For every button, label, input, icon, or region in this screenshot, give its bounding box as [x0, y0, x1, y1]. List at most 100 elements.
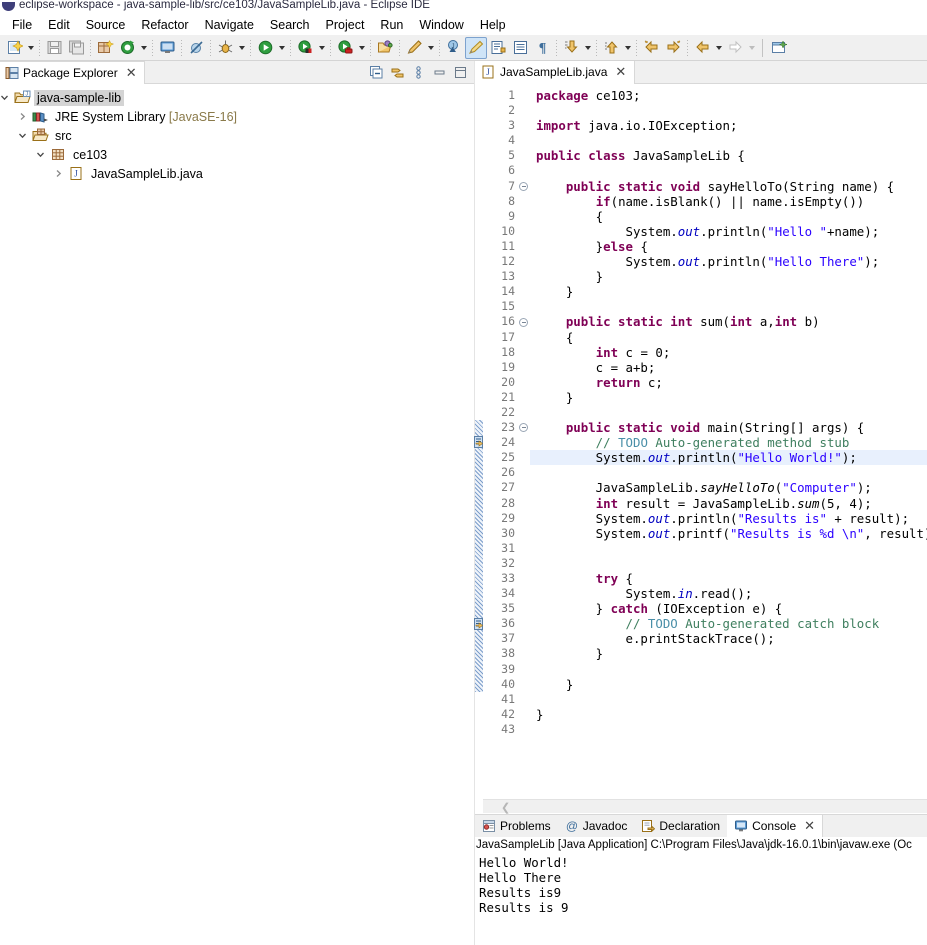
forward-edit-icon[interactable] — [662, 37, 684, 59]
menu-source[interactable]: Source — [78, 15, 134, 35]
tab-package-explorer[interactable]: Package Explorer ✕ — [0, 60, 145, 84]
menu-navigate[interactable]: Navigate — [197, 15, 262, 35]
code-line[interactable] — [530, 541, 927, 556]
view-menu-icon[interactable] — [410, 64, 427, 81]
code-line[interactable]: { — [530, 330, 927, 345]
close-icon[interactable]: ✕ — [804, 819, 815, 832]
code-line[interactable]: } — [530, 707, 927, 722]
fold-collapse-icon[interactable] — [519, 181, 528, 191]
editor-horizontal-scrollbar[interactable]: ❮ — [483, 799, 927, 814]
code-line[interactable]: int result = JavaSampleLib.sum(5, 4); — [530, 496, 927, 511]
code-line[interactable]: System.out.println("Results is" + result… — [530, 511, 927, 526]
code-line[interactable] — [530, 103, 927, 118]
debug-icon[interactable] — [214, 37, 236, 59]
menu-help[interactable]: Help — [472, 15, 514, 35]
menu-search[interactable]: Search — [262, 15, 318, 35]
save-all-icon[interactable] — [65, 37, 87, 59]
run-coverage-icon[interactable] — [294, 37, 316, 59]
tree-node-java-sample-lib[interactable]: J java-sample-lib — [0, 88, 475, 107]
tree-node-src[interactable]: src — [0, 126, 475, 145]
menu-window[interactable]: Window — [411, 15, 471, 35]
code-line[interactable] — [530, 405, 927, 420]
code-line[interactable]: } — [530, 269, 927, 284]
forward-navigation-icon[interactable] — [724, 37, 746, 59]
run-external-tools-dropdown-arrow[interactable] — [356, 37, 367, 59]
code-line[interactable]: return c; — [530, 375, 927, 390]
search-pencil-icon[interactable] — [403, 37, 425, 59]
code-line[interactable]: }else { — [530, 239, 927, 254]
previous-annotation-dropdown-arrow[interactable] — [622, 37, 633, 59]
toggle-mark-occurrences-icon[interactable] — [465, 36, 487, 59]
menu-refactor[interactable]: Refactor — [133, 15, 196, 35]
code-line[interactable]: System.out.println("Hello World!"); — [530, 450, 927, 466]
code-line[interactable]: } — [530, 390, 927, 405]
menu-run[interactable]: Run — [372, 15, 411, 35]
tree-node-javasamplelib-java[interactable]: J JavaSampleLib.java — [0, 164, 475, 183]
run-coverage-dropdown-arrow[interactable] — [316, 37, 327, 59]
code-line[interactable]: } — [530, 646, 927, 661]
code-line[interactable]: System.out.println("Hello "+name); — [530, 224, 927, 239]
code-line[interactable]: public static void sayHelloTo(String nam… — [530, 179, 927, 194]
tab-declaration[interactable]: Declaration — [634, 815, 727, 837]
open-perspective-icon[interactable] — [768, 37, 790, 59]
back-dropdown-arrow[interactable] — [713, 37, 724, 59]
close-icon[interactable]: ✕ — [126, 66, 137, 79]
open-type-icon[interactable] — [374, 37, 396, 59]
open-console-icon[interactable] — [156, 37, 178, 59]
fold-collapse-icon[interactable] — [519, 423, 528, 433]
last-edit-location-icon[interactable] — [640, 37, 662, 59]
code-line[interactable]: public static int sum(int a,int b) — [530, 314, 927, 329]
new-wizard-icon[interactable] — [3, 37, 25, 59]
code-line[interactable] — [530, 692, 927, 707]
code-line[interactable]: JavaSampleLib.sayHelloTo("Computer"); — [530, 480, 927, 495]
close-icon[interactable]: ✕ — [615, 65, 626, 78]
maximize-icon[interactable] — [452, 64, 469, 81]
menu-edit[interactable]: Edit — [40, 15, 78, 35]
code-line[interactable] — [530, 662, 927, 677]
chevron-left-icon[interactable]: ❮ — [501, 801, 510, 814]
code-line[interactable]: System.in.read(); — [530, 586, 927, 601]
code-line[interactable] — [530, 163, 927, 178]
search-dropdown-arrow[interactable] — [425, 37, 436, 59]
tree-node-ce103[interactable]: ce103 — [0, 145, 475, 164]
code-line[interactable]: c = a+b; — [530, 360, 927, 375]
previous-annotation-icon[interactable] — [600, 37, 622, 59]
menu-file[interactable]: File — [4, 15, 40, 35]
code-line[interactable]: import java.io.IOException; — [530, 118, 927, 133]
code-line[interactable]: System.out.println("Hello There"); — [530, 254, 927, 269]
next-annotation-dropdown-arrow[interactable] — [582, 37, 593, 59]
chevron-down-icon[interactable] — [0, 93, 14, 102]
link-with-editor-icon[interactable] — [389, 64, 406, 81]
chevron-right-icon[interactable] — [18, 112, 32, 121]
code-line[interactable]: public static void main(String[] args) { — [530, 420, 927, 435]
new-java-package-icon[interactable] — [94, 37, 116, 59]
skip-breakpoints-icon[interactable] — [185, 37, 207, 59]
code-line[interactable]: } catch (IOException e) { — [530, 601, 927, 616]
code-line[interactable] — [530, 299, 927, 314]
code-line[interactable]: if(name.isBlank() || name.isEmpty()) — [530, 194, 927, 209]
refresh-dropdown-arrow[interactable] — [138, 37, 149, 59]
code-line[interactable]: int c = 0; — [530, 345, 927, 360]
code-line[interactable]: { — [530, 209, 927, 224]
chevron-down-icon[interactable] — [18, 131, 32, 140]
code-line[interactable] — [530, 465, 927, 480]
code-line[interactable] — [530, 722, 927, 737]
new-wizard-dropdown-arrow[interactable] — [25, 37, 36, 59]
fold-collapse-icon[interactable] — [519, 317, 528, 327]
code-line[interactable]: } — [530, 677, 927, 692]
code-line[interactable] — [530, 133, 927, 148]
code-line[interactable]: // TODO Auto-generated catch block — [530, 616, 927, 631]
refresh-icon[interactable] — [116, 37, 138, 59]
tab-problems[interactable]: Problems — [475, 815, 558, 837]
tab-javadoc[interactable]: @ Javadoc — [558, 815, 635, 837]
folding-ruler[interactable] — [517, 84, 530, 799]
code-line[interactable]: // TODO Auto-generated method stub — [530, 435, 927, 450]
tab-console[interactable]: Console ✕ — [727, 815, 824, 837]
toggle-block-selection-icon[interactable] — [487, 37, 509, 59]
chevron-right-icon[interactable] — [54, 169, 68, 178]
back-navigation-icon[interactable] — [691, 37, 713, 59]
tab-javasamplelib-java[interactable]: J JavaSampleLib.java ✕ — [475, 60, 636, 84]
minimize-icon[interactable] — [431, 64, 448, 81]
code-line[interactable]: System.out.printf("Results is %d \n", re… — [530, 526, 927, 541]
java-source-editor[interactable]: 1 2 3 4 5 6 7 8 9 10 11 12 13 14 15 16 17 18 19 20 21 22 23 24 2… — [474, 84, 927, 799]
